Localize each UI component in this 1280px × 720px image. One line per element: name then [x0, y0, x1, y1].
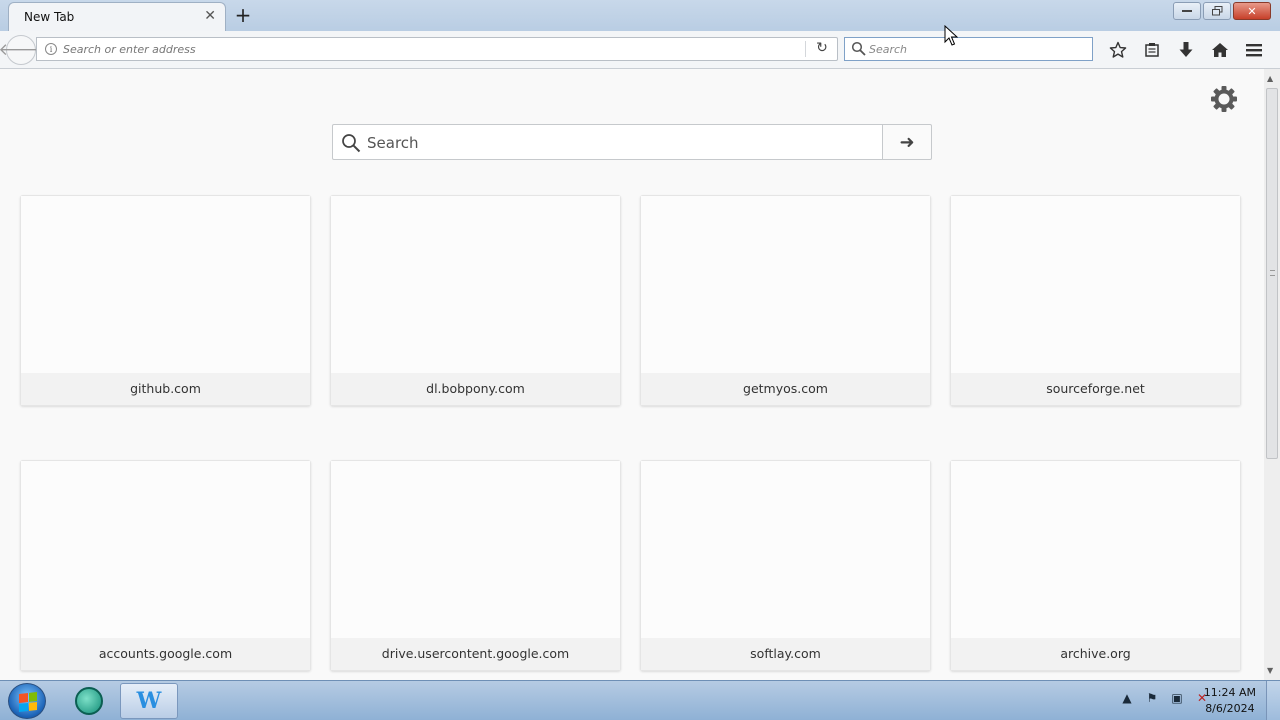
clock-time: 11:24 AM — [1203, 686, 1256, 699]
search-go-button[interactable]: ➜ — [882, 124, 932, 160]
newtab-search-box[interactable] — [332, 124, 883, 160]
top-site-tile[interactable]: softlay.com — [640, 460, 931, 671]
top-site-tile[interactable]: sourceforge.net — [950, 195, 1241, 406]
system-tray: ▲ ⚑ ▣ ✕ — [1119, 691, 1210, 705]
address-input[interactable] — [63, 41, 803, 57]
reading-list-button[interactable] — [1135, 37, 1169, 63]
top-site-tile[interactable]: archive.org — [950, 460, 1241, 671]
top-site-tile[interactable]: accounts.google.com — [20, 460, 311, 671]
top-site-tile[interactable]: drive.usercontent.google.com — [330, 460, 621, 671]
hamburger-menu-icon — [1246, 44, 1262, 57]
app-icon — [75, 687, 103, 715]
star-icon — [1109, 41, 1127, 58]
search-icon — [851, 41, 866, 56]
tile-label: sourceforge.net — [951, 373, 1240, 405]
tile-thumbnail — [331, 461, 620, 639]
menu-button[interactable] — [1237, 37, 1271, 63]
scrollbar-grip — [1270, 270, 1275, 276]
close-icon: ✕ — [1247, 4, 1257, 18]
new-tab-button[interactable]: + — [232, 3, 254, 27]
tile-thumbnail — [951, 461, 1240, 639]
minimize-icon — [1182, 10, 1192, 12]
tile-label: accounts.google.com — [21, 638, 310, 670]
tile-label: dl.bobpony.com — [331, 373, 620, 405]
show-desktop-button[interactable] — [1266, 681, 1280, 720]
close-window-button[interactable]: ✕ — [1233, 2, 1271, 20]
tile-thumbnail — [951, 196, 1240, 374]
tile-thumbnail — [21, 196, 310, 374]
start-button[interactable] — [8, 683, 46, 719]
address-bar[interactable]: i ↻ — [36, 37, 838, 61]
tile-label: getmyos.com — [641, 373, 930, 405]
clock-date: 8/6/2024 — [1205, 702, 1255, 715]
mouse-cursor-icon — [944, 25, 958, 46]
info-icon[interactable]: i — [45, 43, 57, 55]
address-bar-divider — [805, 41, 806, 57]
download-icon — [1179, 42, 1193, 57]
scrollbar-thumb[interactable] — [1266, 88, 1278, 459]
window-controls: ✕ — [1173, 2, 1271, 20]
taskbar-app-green[interactable] — [60, 683, 118, 719]
newtab-search-input[interactable] — [367, 134, 867, 152]
home-button[interactable] — [1203, 37, 1237, 63]
clock[interactable]: 11:24 AM 8/6/2024 — [1204, 685, 1256, 717]
newtab-search: ➜ — [332, 124, 932, 160]
tab-strip: New Tab ✕ + ✕ — [0, 0, 1280, 31]
scroll-up-icon[interactable]: ▲ — [1267, 74, 1273, 83]
top-site-tile[interactable]: getmyos.com — [640, 195, 931, 406]
reload-button[interactable]: ↻ — [812, 40, 832, 56]
tab-close-icon[interactable]: ✕ — [204, 8, 216, 24]
top-site-tile[interactable]: dl.bobpony.com — [330, 195, 621, 406]
tile-label: softlay.com — [641, 638, 930, 670]
downloads-button[interactable] — [1169, 37, 1203, 63]
navigation-toolbar: 🡐 i ↻ — [0, 31, 1280, 69]
search-bar[interactable] — [844, 37, 1093, 61]
clipboard-icon — [1145, 43, 1159, 57]
tile-label: archive.org — [951, 638, 1240, 670]
flag-icon[interactable]: ⚑ — [1144, 691, 1160, 705]
top-site-tile[interactable]: github.com — [20, 195, 311, 406]
taskbar-app-browser[interactable]: W — [120, 683, 178, 719]
back-button[interactable]: 🡐 — [0, 35, 44, 65]
tile-thumbnail — [641, 196, 930, 374]
tile-label: github.com — [21, 373, 310, 405]
toolbar-buttons — [1101, 37, 1271, 63]
network-icon[interactable]: ▣ — [1169, 691, 1185, 705]
tile-thumbnail — [331, 196, 620, 374]
show-hidden-icons-icon[interactable]: ▲ — [1119, 691, 1135, 705]
windows-logo-icon — [19, 692, 37, 712]
minimize-button[interactable] — [1173, 2, 1201, 20]
tile-thumbnail — [641, 461, 930, 639]
new-tab-page: ➜ github.com dl.bobpony.com getmyos.com … — [0, 69, 1264, 680]
search-icon — [342, 134, 361, 153]
vertical-scrollbar[interactable]: ▲ ▼ — [1264, 69, 1280, 680]
search-input[interactable] — [869, 41, 1079, 57]
bookmark-button[interactable] — [1101, 37, 1135, 63]
scroll-down-icon[interactable]: ▼ — [1267, 666, 1273, 675]
home-icon — [1212, 43, 1228, 57]
reload-icon: ↻ — [816, 40, 828, 56]
browser-app-icon: W — [136, 688, 162, 714]
tile-label: drive.usercontent.google.com — [331, 638, 620, 670]
tile-thumbnail — [21, 461, 310, 639]
gear-icon[interactable] — [1208, 83, 1240, 115]
tab-title: New Tab — [24, 10, 75, 24]
tab-new-tab[interactable]: New Tab ✕ — [8, 2, 226, 31]
restore-icon — [1211, 6, 1222, 16]
arrow-right-icon: ➜ — [899, 131, 915, 153]
restore-button[interactable] — [1203, 2, 1231, 20]
windows-taskbar: W ▲ ⚑ ▣ ✕ 11:24 AM 8/6/2024 — [0, 680, 1280, 720]
